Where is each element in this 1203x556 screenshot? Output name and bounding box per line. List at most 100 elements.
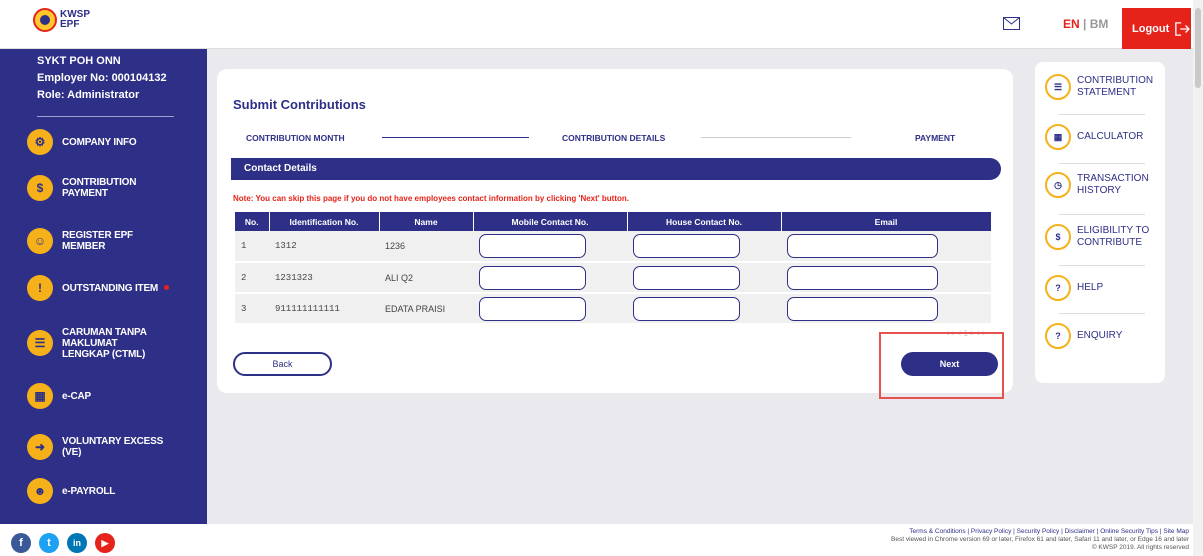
copyright: © KWSP 2019. All rights reserved (1091, 544, 1189, 551)
sidebar-item-company-info[interactable]: ⚙ COMPANY INFO (0, 129, 207, 155)
statement-icon: ☰ (1045, 74, 1071, 100)
browser-note: Best viewed in Chrome version 69 or late… (891, 536, 1189, 543)
divider (1059, 163, 1145, 164)
transaction-history-link[interactable]: ◷ TRANSACTION HISTORY (1045, 172, 1155, 198)
mobile-contact-input[interactable] (479, 234, 586, 258)
page-scrollbar[interactable] (1193, 0, 1203, 556)
step-payment: PAYMENT (915, 133, 956, 143)
sidebar-item-contribution-payment[interactable]: $ CONTRIBUTION PAYMENT (0, 175, 207, 201)
sidebar-item-label: VOLUNTARY EXCESS (VE) (62, 436, 164, 458)
document-icon: ☰ (27, 330, 53, 356)
register-member-icon: ☺ (27, 228, 53, 254)
employee-name: 1236 (379, 231, 473, 263)
back-button[interactable]: Back (233, 352, 332, 376)
calculator-icon: ▦ (1045, 124, 1071, 150)
quick-link-label: HELP (1077, 282, 1104, 293)
facebook-icon[interactable]: f (11, 533, 31, 553)
email-input[interactable] (787, 296, 938, 321)
top-bar: KWSP EPF EN | BM Logout (0, 0, 1203, 49)
language-switch: EN | BM (1063, 17, 1108, 31)
sidebar-item-register-epf-member[interactable]: ☺ REGISTER EPF MEMBER (0, 228, 207, 254)
logo-text-epf: EPF (60, 19, 80, 30)
col-identification: Identification No. (269, 212, 380, 231)
identification-no: 1231323 (269, 262, 379, 294)
help-icon: ? (1045, 275, 1071, 301)
twitter-icon[interactable]: t (39, 533, 59, 553)
quick-link-label: ENQUIRY (1077, 330, 1123, 341)
identification-no: 911111111111 (269, 293, 379, 325)
contribution-statement-link[interactable]: ☰ CONTRIBUTION STATEMENT (1045, 74, 1155, 100)
identification-no: 1312 (269, 231, 379, 263)
footer-legal-links[interactable]: Terms & Conditions | Privacy Policy | Se… (891, 528, 1189, 536)
sidebar-item-label: e-PAYROLL (62, 485, 116, 497)
table-row: 3 911111111111 EDATA PRAISI (235, 293, 991, 325)
employee-name: ALI Q2 (379, 262, 473, 294)
row-number: 2 (235, 262, 269, 294)
quick-link-label: TRANSACTION HISTORY (1077, 173, 1149, 196)
voluntary-icon: ➜ (27, 434, 53, 460)
mobile-contact-input[interactable] (479, 296, 586, 321)
sidebar-item-outstanding-item[interactable]: ! OUTSTANDING ITEM (0, 275, 207, 301)
eligibility-to-contribute-link[interactable]: $ ELIGIBILITY TO CONTRIBUTE (1045, 224, 1155, 250)
house-contact-input[interactable] (633, 296, 740, 321)
lang-en-link[interactable]: EN (1063, 17, 1080, 31)
col-mobile: Mobile Contact No. (473, 212, 628, 231)
divider (1059, 114, 1145, 115)
mail-icon[interactable] (1003, 17, 1020, 30)
table-row: 1 1312 1236 (235, 231, 991, 263)
sidebar-item-ctml[interactable]: ☰ CARUMAN TANPA MAKLUMAT LENGKAP (CTML) (0, 327, 207, 360)
house-contact-input[interactable] (633, 234, 740, 258)
enquiry-link[interactable]: ? ENQUIRY (1045, 323, 1155, 349)
history-icon: ◷ (1045, 172, 1071, 198)
row-number: 3 (235, 293, 269, 325)
house-contact-input[interactable] (633, 265, 740, 290)
sidebar-item-label: CONTRIBUTION PAYMENT (62, 177, 137, 199)
col-email: Email (781, 212, 992, 231)
email-input[interactable] (787, 234, 938, 258)
step-connector (701, 137, 851, 138)
payroll-icon: ☻ (27, 478, 53, 504)
gear-icon: ⚙ (27, 129, 53, 155)
row-number: 1 (235, 231, 269, 263)
employer-name: SYKT POH ONN (37, 55, 121, 67)
footer-links: Terms & Conditions | Privacy Policy | Se… (891, 528, 1189, 552)
logout-button[interactable]: Logout (1122, 8, 1191, 49)
linkedin-icon[interactable]: in (67, 533, 87, 553)
sidebar-item-label: CARUMAN TANPA MAKLUMAT LENGKAP (CTML) (62, 326, 147, 360)
step-contribution-month: CONTRIBUTION MONTH (246, 133, 345, 143)
step-connector (382, 137, 529, 138)
employer-number: Employer No: 000104132 (37, 72, 167, 84)
lang-separator: | (1079, 17, 1090, 31)
divider (1059, 214, 1145, 215)
enquiry-icon: ? (1045, 323, 1071, 349)
youtube-icon[interactable]: ▶ (95, 533, 115, 553)
sidebar-item-e-payroll[interactable]: ☻ e-PAYROLL (0, 478, 207, 504)
sidebar-item-ecap[interactable]: ▦ e-CAP (0, 383, 207, 409)
kwsp-logo[interactable]: KWSP EPF (33, 8, 90, 32)
sidebar-item-label: OUTSTANDING ITEM (62, 282, 170, 294)
quick-link-label: ELIGIBILITY TO CONTRIBUTE (1077, 225, 1150, 248)
sidebar-item-label: REGISTER EPF MEMBER (62, 230, 133, 252)
sidebar-divider (37, 116, 174, 117)
lang-bm-link[interactable]: BM (1090, 17, 1109, 31)
eligibility-icon: $ (1045, 224, 1071, 250)
logout-label: Logout (1132, 22, 1170, 35)
help-link[interactable]: ? HELP (1045, 275, 1155, 301)
skip-note: Note: You can skip this page if you do n… (233, 194, 630, 203)
email-input[interactable] (787, 265, 938, 290)
mobile-contact-input[interactable] (479, 265, 586, 290)
scrollbar-thumb[interactable] (1195, 8, 1201, 88)
outstanding-label: OUTSTANDING ITEM (62, 282, 159, 294)
sidebar: SYKT POH ONN Employer No: 000104132 Role… (0, 49, 207, 524)
col-no: No. (235, 212, 270, 231)
sidebar-item-label: e-CAP (62, 390, 92, 402)
quick-link-label: CALCULATOR (1077, 131, 1144, 142)
payment-icon: $ (27, 175, 53, 201)
outstanding-icon: ! (27, 275, 53, 301)
contact-details-header: Contact Details (231, 158, 1001, 180)
quick-links-panel: ☰ CONTRIBUTION STATEMENT ▦ CALCULATOR ◷ … (1035, 62, 1165, 383)
calculator-link[interactable]: ▦ CALCULATOR (1045, 124, 1155, 150)
notification-dot (164, 285, 170, 291)
employer-role: Role: Administrator (37, 89, 140, 101)
sidebar-item-voluntary-excess[interactable]: ➜ VOLUNTARY EXCESS (VE) (0, 434, 207, 460)
